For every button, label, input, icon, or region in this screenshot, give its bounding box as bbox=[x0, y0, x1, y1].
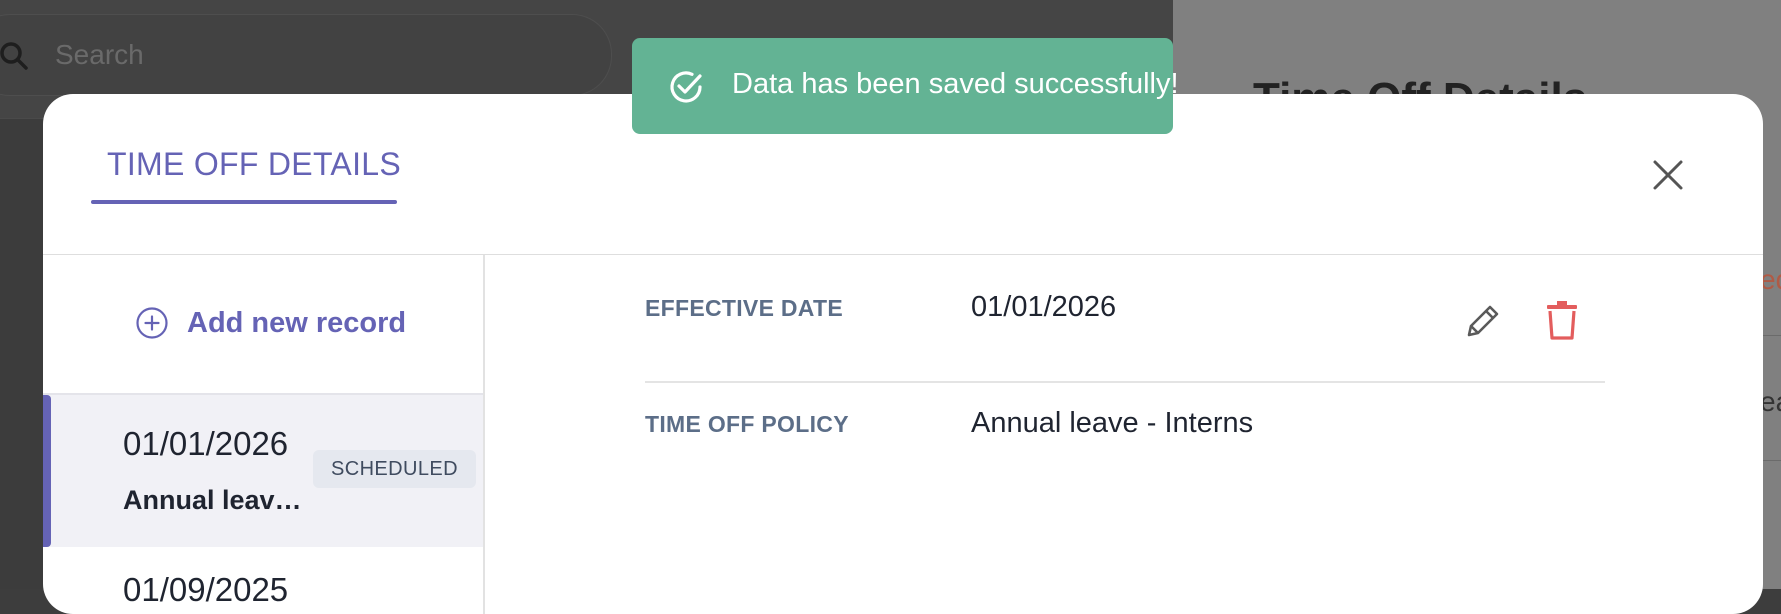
record-policy: Annual leav… bbox=[123, 485, 302, 515]
add-new-record-label: Add new record bbox=[187, 306, 407, 339]
record-date: 01/01/2026 bbox=[123, 425, 289, 462]
search-icon bbox=[0, 42, 28, 70]
active-tab-indicator bbox=[91, 200, 397, 204]
close-icon[interactable] bbox=[1643, 150, 1693, 200]
effective-date-label: EFFECTIVE DATE bbox=[645, 295, 844, 321]
selected-indicator bbox=[43, 395, 51, 547]
background-status-text: ed bbox=[1760, 264, 1781, 295]
add-new-record-button[interactable]: Add new record bbox=[135, 303, 406, 343]
plus-circle-icon bbox=[136, 307, 168, 339]
details-divider bbox=[645, 381, 1605, 383]
record-list-item-selected[interactable]: 01/01/2026 Annual leav… SCHEDULED bbox=[43, 395, 483, 547]
time-off-policy-value: Annual leave - Interns bbox=[971, 407, 1254, 439]
record-details-panel: EFFECTIVE DATE 01/01/2026 TIME OFF POLIC… bbox=[485, 255, 1763, 614]
trash-icon[interactable] bbox=[1545, 299, 1579, 341]
effective-date-value: 01/01/2026 bbox=[971, 291, 1117, 323]
background-search-bar: Search bbox=[0, 14, 612, 96]
tab-time-off-details[interactable]: TIME OFF DETAILS bbox=[107, 146, 401, 183]
search-placeholder: Search bbox=[55, 39, 144, 70]
toast-message: Data has been saved successfully! bbox=[732, 68, 1179, 100]
pencil-icon[interactable] bbox=[1463, 301, 1503, 341]
background-divider bbox=[1760, 460, 1781, 461]
background-divider bbox=[1760, 335, 1781, 336]
record-list-item-date[interactable]: 01/09/2025 bbox=[123, 571, 288, 609]
records-sidebar: Add new record 01/01/2026 Annual leav… S… bbox=[43, 255, 485, 614]
background-row-text: ea bbox=[1760, 386, 1781, 417]
check-circle-icon bbox=[670, 71, 702, 103]
status-badge: SCHEDULED bbox=[313, 450, 476, 488]
success-toast: Data has been saved successfully! bbox=[632, 38, 1179, 134]
time-off-details-modal: TIME OFF DETAILS Add new record 01/01/20… bbox=[43, 94, 1763, 614]
time-off-policy-label: TIME OFF POLICY bbox=[645, 411, 849, 437]
